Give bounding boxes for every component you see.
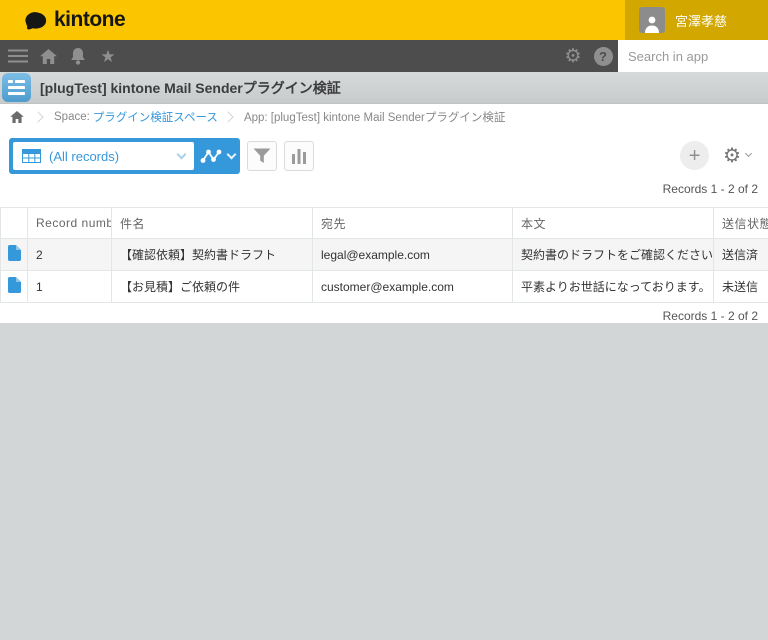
favorites-button[interactable]: ★: [93, 40, 123, 72]
chevron-right-icon: [32, 111, 44, 123]
view-settings-button[interactable]: ⚙: [723, 144, 753, 167]
app-titlebar: [plugTest] kintone Mail Senderプラグイン検証: [0, 72, 768, 104]
user-menu[interactable]: 宮澤孝慈: [625, 0, 768, 40]
cell-status: 未送信: [713, 270, 768, 303]
space-crumb-link[interactable]: プラグイン検証スペース: [93, 109, 218, 125]
user-name-label: 宮澤孝慈: [675, 13, 728, 29]
toolbar-right-group: + ⚙: [680, 141, 759, 170]
bar-chart-icon: [292, 148, 306, 164]
cell-body: 平素よりお世話になっております。 標記の件...: [512, 270, 714, 303]
cell-record-number: 2: [27, 238, 112, 271]
document-icon: [7, 245, 21, 261]
table-row: 1 【お見積】ご依頼の件 customer@example.com 平素よりお世…: [0, 270, 768, 303]
records-count-top: Records 1 - 2 of 2: [662, 182, 758, 196]
view-selector[interactable]: (All records): [13, 142, 194, 170]
kintone-logo-icon: [25, 11, 47, 29]
cell-body: 契約書のドラフトをご確認ください。: [512, 238, 714, 271]
help-button[interactable]: ?: [588, 40, 618, 72]
add-record-button[interactable]: +: [680, 141, 710, 170]
notifications-button[interactable]: [63, 40, 93, 72]
home-icon: [10, 111, 24, 123]
help-icon: ?: [593, 46, 613, 66]
table-header-row: Record number 件名 宛先 本文 送信状態: [0, 207, 768, 239]
user-avatar-icon: [639, 7, 665, 33]
star-icon: ★: [100, 46, 116, 66]
page-title: [plugTest] kintone Mail Senderプラグイン検証: [40, 79, 341, 96]
space-crumb-label: Space:: [54, 111, 90, 123]
view-toolbar: (All records) + ⚙: [0, 138, 768, 174]
global-navbar: ★ ⚙ ?: [0, 40, 768, 72]
gear-icon: ⚙: [564, 45, 582, 67]
records-table: Record number 件名 宛先 本文 送信状態 2 【確: [0, 207, 768, 303]
column-header-record-number: Record number: [27, 207, 112, 239]
cell-to: legal@example.com: [312, 238, 513, 271]
hamburger-menu-button[interactable]: [3, 40, 33, 72]
record-list-area: (All records) + ⚙ Records 1 - 2 of 2 Rec…: [0, 130, 768, 323]
bell-icon: [71, 47, 85, 65]
app-search: [618, 40, 768, 72]
kintone-logo-text: kintone: [54, 8, 126, 31]
cell-subject: 【確認依頼】契約書ドラフト: [111, 238, 313, 271]
table-view-icon: [22, 149, 41, 163]
view-selector-group: (All records): [9, 138, 240, 174]
record-detail-link[interactable]: [7, 277, 21, 293]
home-button[interactable]: [33, 40, 63, 72]
column-header-body: 本文: [512, 207, 714, 239]
column-header-to: 宛先: [312, 207, 513, 239]
chevron-down-icon: [226, 149, 236, 159]
cell-subject: 【お見積】ご依頼の件: [111, 270, 313, 303]
hamburger-icon: [8, 49, 28, 63]
column-header-subject: 件名: [111, 207, 313, 239]
home-icon: [39, 48, 57, 64]
chevron-down-icon: [744, 149, 753, 158]
app-crumb-label: App: [plugTest] kintone Mail Senderプラグイン…: [243, 112, 506, 124]
chart-button[interactable]: [284, 141, 314, 171]
document-icon: [7, 277, 21, 293]
column-header-status: 送信状態: [713, 207, 768, 239]
chevron-right-icon: [222, 111, 234, 123]
kintone-logo[interactable]: kintone: [0, 8, 126, 32]
cell-record-number: 1: [27, 270, 112, 303]
cell-status: 送信済: [713, 238, 768, 271]
breadcrumb: Space: プラグイン検証スペース App: [plugTest] kinto…: [0, 104, 768, 130]
settings-button[interactable]: ⚙: [558, 40, 588, 72]
view-selector-label: (All records): [49, 148, 120, 164]
funnel-icon: [253, 148, 271, 163]
process-graph-icon: [200, 149, 221, 163]
nav-right-group: ⚙ ?: [558, 40, 768, 72]
column-header-icon: [0, 207, 28, 239]
gear-icon: ⚙: [723, 144, 741, 167]
process-management-button[interactable]: [194, 138, 240, 174]
record-detail-link[interactable]: [7, 245, 21, 261]
breadcrumb-home-link[interactable]: [0, 111, 28, 123]
chevron-down-icon: [176, 149, 187, 159]
records-count-bottom: Records 1 - 2 of 2: [662, 309, 758, 323]
search-input[interactable]: [618, 40, 768, 72]
filter-button[interactable]: [247, 141, 277, 171]
top-header: kintone 宮澤孝慈: [0, 0, 768, 40]
app-icon: [2, 73, 31, 102]
nav-left-group: ★: [0, 40, 123, 72]
cell-to: customer@example.com: [312, 270, 513, 303]
table-row: 2 【確認依頼】契約書ドラフト legal@example.com 契約書のドラ…: [0, 238, 768, 271]
